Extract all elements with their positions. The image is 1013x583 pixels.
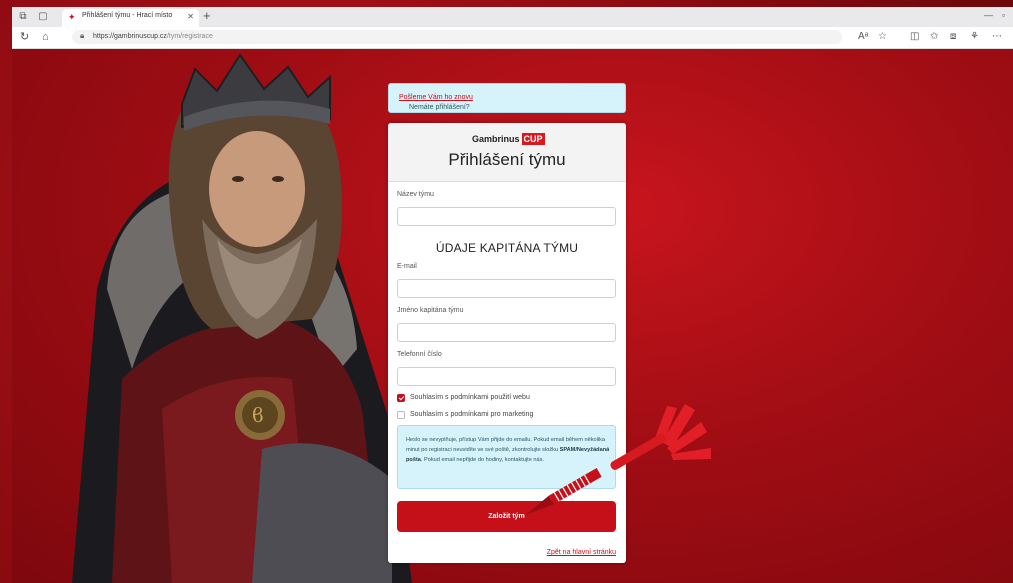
workspaces-icon[interactable]: ⧉: [16, 10, 30, 24]
email-label: E-mail: [397, 263, 417, 270]
phone-input[interactable]: [397, 367, 616, 386]
favorites-icon[interactable]: ✩: [930, 31, 938, 43]
lock-icon[interactable]: 🔒︎: [80, 31, 84, 41]
logo-brand: Gambrinus: [472, 133, 520, 144]
terms-label[interactable]: Souhlasím s podmínkami použití webu: [410, 394, 530, 401]
minimize-icon[interactable]: —: [984, 10, 993, 20]
team-name-label: Název týmu: [397, 191, 434, 198]
notice-text: Nemáte přihlášení? Pošleme Vám ho znovu: [399, 94, 473, 111]
extensions-icon[interactable]: ⚘: [970, 31, 979, 43]
split-screen-icon[interactable]: ◫: [910, 31, 919, 43]
tab-active[interactable]: ✦ Přihlášení týmu - Hrací místo ✕: [62, 9, 199, 27]
refresh-icon[interactable]: ↻: [20, 31, 29, 43]
svg-text:ϐ: ϐ: [252, 403, 264, 427]
address-bar: ↻ ⌂ 🔒︎ https://gambrinuscup.cz/tym/regis…: [12, 27, 1013, 49]
more-icon[interactable]: ⋯: [992, 31, 1002, 43]
maximize-icon[interactable]: ▫: [1002, 10, 1005, 20]
back-to-home-link[interactable]: Zpět na hlavní stránku: [547, 549, 616, 556]
url-field[interactable]: 🔒︎ https://gambrinuscup.cz/tym/registrac…: [72, 30, 842, 44]
read-aloud-icon[interactable]: Aᵃ: [858, 31, 868, 43]
terms-checkbox[interactable]: [397, 394, 405, 402]
resend-login-link[interactable]: Pošleme Vám ho znovu: [399, 94, 473, 101]
card-header: Gambrinus CUP Přihlášení týmu: [388, 123, 626, 182]
dart-icon: [525, 404, 711, 514]
marketing-label[interactable]: Souhlasím s podmínkami pro marketing: [410, 411, 533, 418]
url-text: https://gambrinuscup.cz/tym/registrace: [93, 33, 213, 40]
phone-label: Telefonní číslo: [397, 351, 442, 358]
new-tab-icon[interactable]: +: [203, 9, 211, 23]
outer-background: ⧉ ▢ ✦ Přihlášení týmu - Hrací místo ✕ + …: [0, 0, 1013, 583]
marketing-checkbox[interactable]: [397, 411, 405, 419]
collections-icon[interactable]: ⧈: [950, 31, 956, 43]
team-name-input[interactable]: [397, 207, 616, 226]
tab-bar: ⧉ ▢ ✦ Přihlášení týmu - Hrací místo ✕ + …: [12, 7, 1013, 27]
page-background: ϐ Nemáte přihlášení? Pošleme Vám ho znov…: [12, 49, 1013, 583]
tab-actions-icon[interactable]: ▢: [36, 10, 50, 24]
email-input[interactable]: [397, 279, 616, 298]
captain-name-label: Jméno kapitána týmu: [397, 307, 464, 314]
gambrinus-cup-logo: Gambrinus CUP: [472, 130, 545, 145]
home-icon[interactable]: ⌂: [42, 31, 49, 43]
captain-section-title: ÚDAJE KAPITÁNA TÝMU: [435, 241, 579, 255]
favicon-icon: ✦: [68, 12, 76, 22]
tab-title: Přihlášení týmu - Hrací místo: [82, 12, 173, 19]
logo-cup: CUP: [521, 132, 545, 145]
king-illustration: ϐ: [72, 53, 412, 583]
browser-window: ⧉ ▢ ✦ Přihlášení týmu - Hrací místo ✕ + …: [12, 7, 1013, 583]
page-title: Přihlášení týmu: [448, 150, 566, 169]
captain-name-input[interactable]: [397, 323, 616, 342]
resend-login-notice: Nemáte přihlášení? Pošleme Vám ho znovu: [388, 83, 626, 113]
close-tab-icon[interactable]: ✕: [187, 12, 194, 21]
favorite-star-icon[interactable]: ☆: [878, 31, 887, 43]
